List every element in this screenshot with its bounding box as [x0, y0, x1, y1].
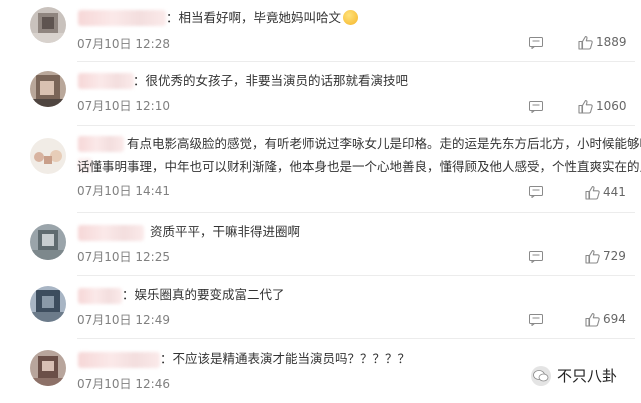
comment-timestamp: 07月10日 12:49: [77, 313, 170, 327]
avatar[interactable]: [30, 71, 66, 107]
comment-bubble-icon[interactable]: [529, 101, 543, 113]
thumbs-up-icon[interactable]: [585, 312, 600, 327]
thumbs-up-icon[interactable]: [585, 249, 600, 264]
comment-prefix: ：: [160, 351, 173, 366]
thumbs-up-icon[interactable]: [578, 35, 593, 50]
avatar[interactable]: [30, 350, 66, 386]
avatar[interactable]: [30, 7, 66, 43]
comment-text: ：很优秀的女孩子，非要当演员的话那就看演技吧: [133, 70, 408, 92]
divider: [77, 212, 635, 213]
thumbs-up-icon[interactable]: [578, 99, 593, 114]
username-blurred[interactable]: [78, 288, 122, 304]
like-count: 1060: [596, 99, 627, 113]
comment-body: 很优秀的女孩子，非要当演员的话那就看演技吧: [145, 73, 409, 88]
avatar[interactable]: [30, 286, 66, 322]
watermark-text: 不只八卦: [557, 367, 618, 385]
comment-bubble-icon[interactable]: [529, 251, 543, 263]
comment-prefix: ：: [122, 287, 135, 302]
comment-text-line-2: 话懂事明事理，中年也可以财利渐隆，他本身也是一个心地善良，懂得顾及他人感受，个性…: [77, 159, 641, 174]
wechat-logo-icon: [531, 366, 551, 386]
like-count: 694: [603, 312, 626, 326]
comment-text: ：相当看好啊，毕竟她妈叫哈文: [166, 7, 359, 29]
smiling-face-emoji-icon: [343, 10, 359, 25]
comment-text: ：不应该是精通表演才能当演员吗？？？？？: [160, 348, 410, 370]
comment-text: ：娱乐圈真的要变成富二代了: [122, 284, 285, 306]
comment-timestamp: 07月10日 12:28: [77, 37, 170, 51]
comment-timestamp: 07月10日 12:25: [77, 250, 170, 264]
divider: [77, 125, 635, 126]
avatar[interactable]: [30, 138, 66, 174]
comment-text: 资质平平，干嘛非得进圈啊: [150, 221, 300, 243]
comment-body: 资质平平，干嘛非得进圈啊: [150, 224, 301, 239]
like-count: 1889: [596, 35, 627, 49]
username-blurred[interactable]: [78, 10, 166, 26]
username-blurred[interactable]: [78, 136, 124, 152]
divider: [77, 275, 635, 276]
comment-bubble-icon[interactable]: [529, 186, 543, 198]
watermark: 不只八卦: [525, 362, 641, 390]
comment-bubble-icon[interactable]: [529, 37, 543, 49]
like-count: 729: [603, 249, 626, 263]
comment-timestamp: 07月10日 12:10: [77, 99, 170, 113]
comment-bubble-icon[interactable]: [529, 314, 543, 326]
username-blurred[interactable]: [78, 225, 144, 241]
like-count: 441: [603, 185, 626, 199]
username-blurred[interactable]: [78, 352, 160, 368]
comment-body: 不应该是精通表演才能当演员吗？？？？？: [172, 351, 411, 366]
comment-body: 相当看好啊，毕竟她妈叫哈文: [178, 10, 342, 25]
comment-body: 娱乐圈真的要变成富二代了: [134, 287, 285, 302]
divider: [77, 338, 635, 339]
thumbs-up-icon[interactable]: [585, 185, 600, 200]
comment-prefix: ：: [133, 73, 146, 88]
divider: [77, 61, 635, 62]
comment-timestamp: 07月10日 14:41: [77, 184, 170, 198]
comment-text-line-1: 有点电影高级脸的感觉，有听老师说过李咏女儿是印格。走的运是先东方后北方，小时候能…: [127, 136, 641, 151]
comment-prefix: ：: [166, 10, 179, 25]
comment-timestamp: 07月10日 12:46: [77, 377, 170, 391]
username-blurred[interactable]: [78, 73, 134, 89]
avatar[interactable]: [30, 224, 66, 260]
